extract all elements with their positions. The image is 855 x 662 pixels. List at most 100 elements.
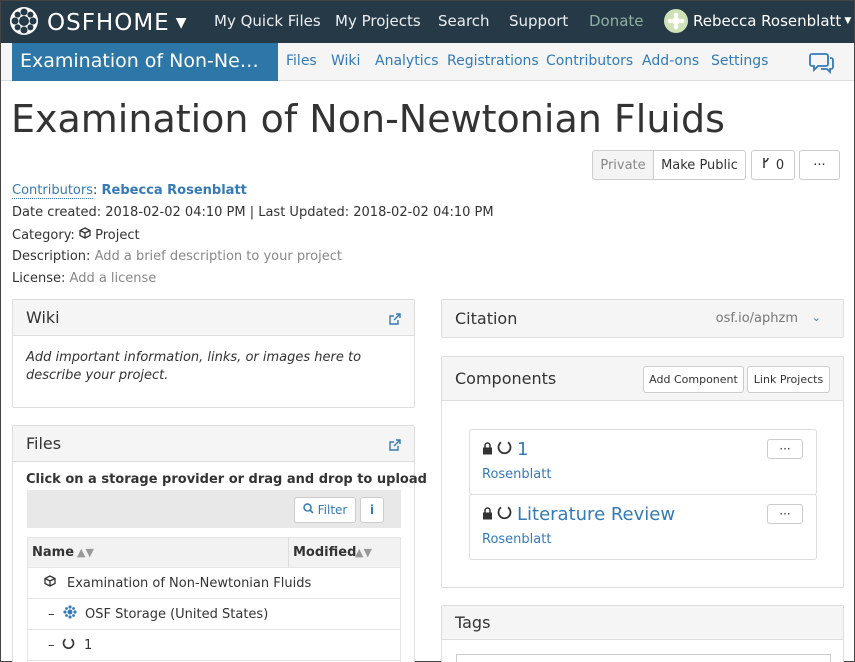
more-options-button[interactable]: ··· xyxy=(799,150,840,180)
circle-notch-icon xyxy=(497,439,512,460)
osf-storage-icon xyxy=(63,605,77,623)
component-contributor[interactable]: Rosenblatt xyxy=(482,532,551,547)
file-row[interactable]: – OSF Storage (United States) xyxy=(28,599,400,630)
sort-icon[interactable]: ▲▼ xyxy=(355,546,372,559)
tags-input[interactable] xyxy=(456,654,831,662)
fork-icon xyxy=(762,157,770,173)
category-value: Project xyxy=(95,228,140,243)
license-placeholder[interactable]: Add a license xyxy=(70,271,157,286)
tags-panel-header: Tags xyxy=(442,606,843,640)
component-title[interactable]: Literature Review xyxy=(517,504,675,525)
category-line: Category: Project xyxy=(12,227,140,243)
nav-support[interactable]: Support xyxy=(509,12,568,30)
tab-analytics[interactable]: Analytics xyxy=(375,53,439,69)
lock-icon xyxy=(482,504,493,525)
comments-icon[interactable] xyxy=(809,52,835,78)
collapse-icon[interactable]: – xyxy=(48,638,55,653)
brand-name: OSFHOME xyxy=(47,10,170,36)
tab-registrations[interactable]: Registrations xyxy=(447,53,539,69)
cube-icon xyxy=(44,575,56,591)
file-row-name: Examination of Non-Newtonian Fluids xyxy=(67,575,312,591)
upload-instruction: Click on a storage provider or drag and … xyxy=(26,472,427,487)
avatar xyxy=(664,9,688,33)
component-options-button[interactable]: ··· xyxy=(767,439,803,459)
category-label: Category: xyxy=(12,228,75,243)
osf-logo-icon xyxy=(9,6,39,40)
files-panel: Files Click on a storage provider or dra… xyxy=(12,425,427,662)
nav-my-quick-files[interactable]: My Quick Files xyxy=(214,12,321,30)
nav-donate[interactable]: Donate xyxy=(589,12,644,30)
description-line: Description: Add a brief description to … xyxy=(12,249,342,264)
page-title: Examination of Non-Newtonian Fluids xyxy=(11,97,725,141)
wiki-panel: Wiki Add important information, links, o… xyxy=(12,299,415,408)
components-heading: Components xyxy=(455,369,557,388)
tags-heading: Tags xyxy=(455,613,491,632)
file-toolbar: Filter i xyxy=(27,490,401,528)
citation-heading: Citation xyxy=(455,309,518,328)
search-icon xyxy=(302,503,314,517)
fork-button[interactable]: 0 xyxy=(751,150,795,180)
cube-icon xyxy=(79,227,95,243)
user-name: Rebecca Rosenblatt xyxy=(693,12,842,30)
contributors-line: Contributors: Rebecca Rosenblatt xyxy=(12,183,247,199)
contributor-link[interactable]: Rebecca Rosenblatt xyxy=(102,183,247,198)
column-name[interactable]: Name xyxy=(32,545,74,560)
tab-settings[interactable]: Settings xyxy=(711,53,768,69)
filter-label: Filter xyxy=(317,503,348,517)
component-item[interactable]: 1 Rosenblatt ··· xyxy=(469,429,817,495)
info-button[interactable]: i xyxy=(360,497,384,523)
external-link-icon[interactable] xyxy=(388,311,401,330)
component-contributor[interactable]: Rosenblatt xyxy=(482,467,551,482)
wiki-placeholder: Add important information, links, or ima… xyxy=(26,350,362,383)
filter-button[interactable]: Filter xyxy=(294,497,356,523)
tags-panel: Tags xyxy=(441,605,844,662)
chevron-down-icon[interactable]: ⌄ xyxy=(812,311,821,324)
file-row[interactable]: – 1 xyxy=(28,630,400,661)
column-modified[interactable]: Modified xyxy=(293,545,356,560)
components-panel: Components Add Component Link Projects 1… xyxy=(441,356,844,588)
lock-icon xyxy=(482,439,493,460)
contributors-label[interactable]: Contributors xyxy=(12,183,93,199)
circle-notch-icon xyxy=(497,504,512,525)
date-line: Date created: 2018-02-02 04:10 PM | Last… xyxy=(12,205,494,220)
file-browser-header: Name ▲▼ Modified ▲▼ xyxy=(28,538,400,568)
caret-down-icon: ▼ xyxy=(844,16,852,26)
description-placeholder[interactable]: Add a brief description to your project xyxy=(95,249,342,264)
component-options-button[interactable]: ··· xyxy=(767,504,803,524)
add-component-button[interactable]: Add Component xyxy=(643,366,744,393)
files-heading: Files xyxy=(26,434,62,453)
chevron-down-icon[interactable]: ▼ xyxy=(176,15,187,31)
nav-search[interactable]: Search xyxy=(438,12,490,30)
tab-files[interactable]: Files xyxy=(286,53,317,69)
component-title[interactable]: 1 xyxy=(517,439,528,460)
user-menu[interactable]: Rebecca Rosenblatt ▼ xyxy=(664,9,851,33)
sort-icon[interactable]: ▲▼ xyxy=(77,546,94,559)
external-link-icon[interactable] xyxy=(388,437,401,456)
components-panel-header: Components Add Component Link Projects xyxy=(442,357,843,401)
citation-panel-header: Citation osf.io/aphzm ⌄ xyxy=(442,300,843,337)
nav-my-projects[interactable]: My Projects xyxy=(335,12,421,30)
wiki-panel-header: Wiki xyxy=(13,300,414,336)
file-row[interactable]: Examination of Non-Newtonian Fluids xyxy=(28,568,400,599)
fork-count: 0 xyxy=(775,157,785,173)
tab-contributors[interactable]: Contributors xyxy=(546,53,633,69)
license-label: License: xyxy=(12,271,66,286)
citation-link[interactable]: osf.io/aphzm xyxy=(716,311,798,326)
collapse-icon[interactable]: – xyxy=(48,607,55,622)
description-label: Description: xyxy=(12,249,91,264)
tab-add-ons[interactable]: Add-ons xyxy=(642,53,699,69)
tab-wiki[interactable]: Wiki xyxy=(331,53,360,69)
link-projects-button[interactable]: Link Projects xyxy=(747,366,830,393)
file-browser: Name ▲▼ Modified ▲▼ Examination of Non-N… xyxy=(27,537,401,662)
project-nav-title[interactable]: Examination of Non-Newtonian Fluids xyxy=(12,43,278,81)
component-item[interactable]: Literature Review Rosenblatt ··· xyxy=(469,494,817,560)
file-row-name: 1 xyxy=(84,637,93,653)
wiki-heading: Wiki xyxy=(26,308,60,327)
osf-home-link[interactable]: OSFHOME ▼ xyxy=(9,6,187,40)
file-row-name: OSF Storage (United States) xyxy=(85,606,269,622)
license-line: License: Add a license xyxy=(12,271,156,286)
top-navbar: OSFHOME ▼ My Quick Files My Projects Sea… xyxy=(1,1,854,43)
make-public-button[interactable]: Make Public xyxy=(653,150,746,180)
citation-panel[interactable]: Citation osf.io/aphzm ⌄ xyxy=(441,299,844,338)
private-button[interactable]: Private xyxy=(592,150,654,180)
